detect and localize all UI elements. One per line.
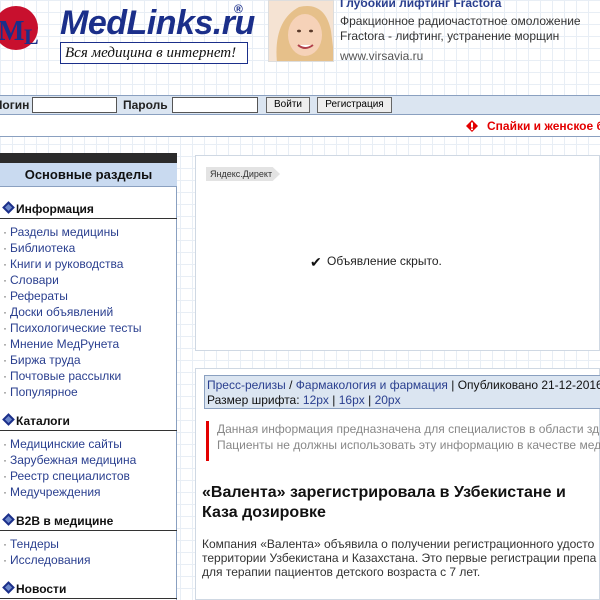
section-heading-label: Новости xyxy=(16,582,67,596)
promo-strip: Спайки и женское б xyxy=(0,115,600,137)
breadcrumb: Пресс-релизы / Фармакология и фармация |… xyxy=(204,375,600,409)
sidebar-item[interactable]: Исследования xyxy=(0,552,177,568)
section-heading-label: B2B в медицине xyxy=(16,514,114,528)
login-button[interactable]: Войти xyxy=(266,97,310,113)
ad-title-link[interactable]: Глубокий лифтинг Fractora xyxy=(340,0,501,10)
sidebar-item[interactable]: Доски объявлений xyxy=(0,304,177,320)
sidebar-item[interactable]: Медучреждения xyxy=(0,484,177,500)
sidebar-item[interactable]: Биржа труда xyxy=(0,352,177,368)
article: Пресс-релизы / Фармакология и фармация |… xyxy=(195,368,600,600)
sidebar-section-information: Информация Разделы медицины Библиотека К… xyxy=(0,199,177,400)
sidebar-item[interactable]: Библиотека xyxy=(0,240,177,256)
ad-photo-image[interactable] xyxy=(268,0,334,62)
svg-text:L: L xyxy=(24,24,39,49)
diamond-bullet-icon xyxy=(2,413,15,426)
diamond-bullet-icon xyxy=(2,513,15,526)
sidebar-top-border xyxy=(0,153,177,163)
article-body: Компания «Валента» объявила о получении … xyxy=(202,537,597,579)
breadcrumb-separator: / xyxy=(285,378,296,392)
font-size-separator: | xyxy=(328,393,339,407)
login-label: Логин xyxy=(0,98,30,112)
checkmark-icon: ✔ xyxy=(310,254,322,270)
sidebar-item[interactable]: Реестр специалистов xyxy=(0,468,177,484)
menu-list: Медицинские сайты Зарубежная медицина Ре… xyxy=(0,431,177,500)
sidebar-item[interactable]: Медицинские сайты xyxy=(0,436,177,452)
sidebar-section-b2b: B2B в медицине Тендеры Исследования xyxy=(0,511,177,568)
sidebar-item[interactable]: Психологические тесты xyxy=(0,320,177,336)
notice-line: Данная информация предназначена для спец… xyxy=(217,422,600,436)
font-size-12-link[interactable]: 12px xyxy=(303,393,329,407)
sidebar-item[interactable]: Мнение МедРунета xyxy=(0,336,177,352)
section-heading-label: Каталоги xyxy=(16,414,70,428)
site-tagline: Вся медицина в интернет! xyxy=(60,42,248,64)
breadcrumb-press-releases[interactable]: Пресс-релизы xyxy=(207,378,286,392)
sidebar-item[interactable]: Книги и руководства xyxy=(0,256,177,272)
specialist-notice: Данная информация предназначена для спец… xyxy=(206,421,600,461)
sidebar-section-news: Новости xyxy=(0,579,177,599)
register-button[interactable]: Регистрация xyxy=(317,97,392,113)
login-input[interactable] xyxy=(32,97,117,113)
diamond-bullet-icon xyxy=(2,201,15,214)
section-heading[interactable]: B2B в медицине xyxy=(0,511,177,531)
menu-list: Разделы медицины Библиотека Книги и руко… xyxy=(0,219,177,400)
registered-mark: ® xyxy=(234,2,243,16)
menu-list: Тендеры Исследования xyxy=(0,531,177,568)
diamond-bullet-icon xyxy=(2,581,15,594)
sidebar-item[interactable]: Почтовые рассылки xyxy=(0,368,177,384)
section-heading-label: Информация xyxy=(16,202,94,216)
published-date: | Опубликовано 21-12-2016 xyxy=(447,378,600,392)
font-size-20-link[interactable]: 20px xyxy=(375,393,401,407)
ad-hidden-text: Объявление скрыто. xyxy=(327,254,442,268)
red-arrow-icon xyxy=(466,120,478,132)
ad-url[interactable]: www.virsavia.ru xyxy=(340,49,423,63)
medlinks-logo-icon[interactable]: M L xyxy=(0,4,50,50)
password-input[interactable] xyxy=(172,97,258,113)
font-size-line: Размер шрифта: 12px | 16px | 20px xyxy=(207,393,600,408)
password-label: Пароль xyxy=(123,98,168,112)
font-size-label: Размер шрифта: xyxy=(207,393,303,407)
login-bar: Логин Пароль Войти Регистрация xyxy=(0,95,600,115)
sidebar-item[interactable]: Рефераты xyxy=(0,288,177,304)
section-heading[interactable]: Информация xyxy=(0,199,177,219)
font-size-16-link[interactable]: 16px xyxy=(339,393,365,407)
sidebar-section-catalogs: Каталоги Медицинские сайты Зарубежная ме… xyxy=(0,411,177,500)
sidebar-item[interactable]: Словари xyxy=(0,272,177,288)
sidebar: Основные разделы Информация Разделы меди… xyxy=(0,153,177,600)
sidebar-item[interactable]: Тендеры xyxy=(0,536,177,552)
font-size-separator: | xyxy=(364,393,375,407)
breadcrumb-line: Пресс-релизы / Фармакология и фармация |… xyxy=(207,378,600,393)
notice-line: Пациенты не должны использовать эту инфо… xyxy=(217,438,600,452)
sidebar-item[interactable]: Популярное xyxy=(0,384,177,400)
yandex-direct-tag[interactable]: Яндекс.Директ xyxy=(206,167,281,181)
header: M L MedLinks.ru ® Вся медицина в интерне… xyxy=(0,0,600,96)
sidebar-item[interactable]: Разделы медицины xyxy=(0,224,177,240)
section-heading[interactable]: Новости xyxy=(0,579,177,599)
yandex-direct-box: Яндекс.Директ ✔ Объявление скрыто. xyxy=(195,155,600,351)
article-title: «Валента» зарегистрировала в Узбекистане… xyxy=(202,484,566,521)
site-logo-text[interactable]: MedLinks.ru xyxy=(60,4,255,43)
sidebar-title: Основные разделы xyxy=(0,163,177,187)
breadcrumb-pharmacology[interactable]: Фармакология и фармация xyxy=(296,378,448,392)
section-heading[interactable]: Каталоги xyxy=(0,411,177,431)
sidebar-item[interactable]: Зарубежная медицина xyxy=(0,452,177,468)
main-content: Яндекс.Директ ✔ Объявление скрыто. Пресс… xyxy=(195,155,600,600)
promo-link[interactable]: Спайки и женское б xyxy=(487,119,600,133)
ad-description: Фракционное радиочастотное омоложение Fr… xyxy=(340,14,581,43)
svg-text:M: M xyxy=(0,16,24,47)
